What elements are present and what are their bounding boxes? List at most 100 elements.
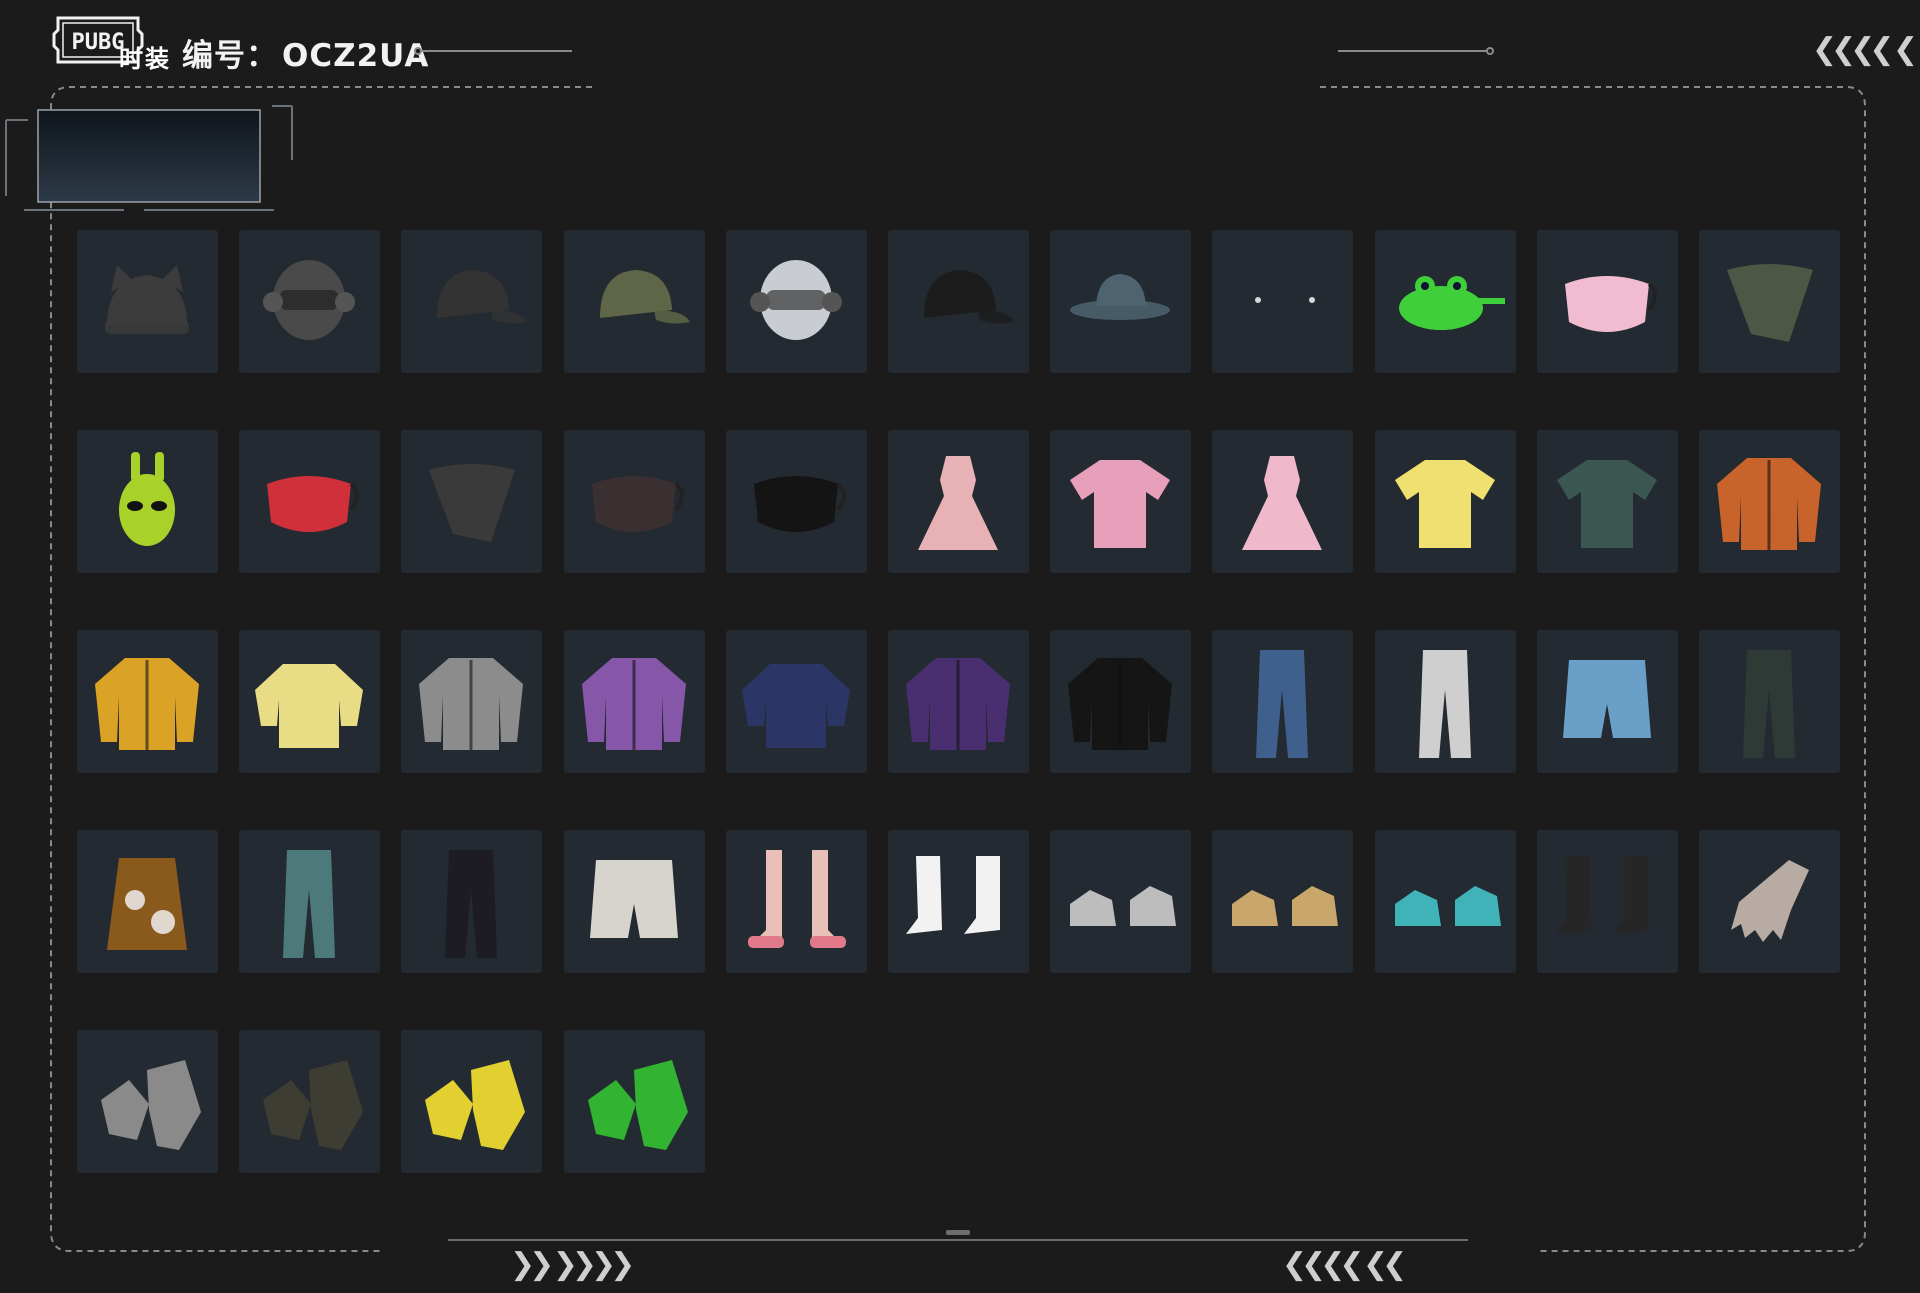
- item-tile-black-hoodie[interactable]: [1050, 630, 1192, 773]
- bottom-scroll-handle[interactable]: [946, 1230, 970, 1235]
- mask-icon: [1564, 276, 1657, 332]
- item-tile-headphones-dreadlocks-helmet[interactable]: [239, 230, 381, 373]
- item-tile-grey-orange-jacket[interactable]: [401, 630, 543, 773]
- item-tile-navy-sash-sweater[interactable]: [725, 630, 867, 773]
- item-tile-floral-shirt[interactable]: [1536, 430, 1678, 573]
- jacket-icon: [1068, 658, 1173, 750]
- item-tile-grey-scarf[interactable]: [401, 430, 543, 573]
- item-tile-black-purple-jacket[interactable]: [887, 630, 1029, 773]
- item-tile-black-fur-boots[interactable]: [1536, 830, 1678, 973]
- item-tile-tan-boots[interactable]: [1212, 830, 1354, 973]
- tab-frame: [5, 105, 293, 211]
- item-tile-orange-tech-jacket[interactable]: [1698, 430, 1840, 573]
- item-tile-tactical-pants[interactable]: [1698, 630, 1840, 773]
- mask-icon: [591, 476, 684, 532]
- header-line-dot-right: [1486, 47, 1494, 55]
- cap-icon: [599, 270, 690, 324]
- item-grid: [77, 230, 1841, 1173]
- item-tile-grey-wristbands[interactable]: [77, 1030, 218, 1173]
- item-tile-white-boots[interactable]: [887, 830, 1029, 973]
- item-tile-pink-camo-tee[interactable]: [1050, 430, 1192, 573]
- helmet-icon: [263, 260, 356, 340]
- item-tile-blue-jeans[interactable]: [1212, 630, 1354, 773]
- item-tile-black-logo-cap[interactable]: [887, 230, 1029, 373]
- pants-icon: [1256, 650, 1309, 758]
- bottom-divider: [448, 1239, 1468, 1241]
- jacket-icon: [905, 658, 1010, 750]
- item-tile-shark-teeth-mask[interactable]: [725, 430, 867, 573]
- bottom-left-chevrons: ❯❯ ❯❯❯❯: [510, 1247, 635, 1282]
- glove-icon: [263, 1060, 364, 1150]
- mask-icon: [267, 476, 360, 532]
- item-tile-teal-clogs[interactable]: [1374, 830, 1516, 973]
- header-line-left: [422, 50, 572, 52]
- item-tile-blue-bucket-hat[interactable]: [1050, 230, 1192, 373]
- item-tile-cyber-mask-helmet[interactable]: [725, 230, 867, 373]
- helmet-icon: [749, 260, 842, 340]
- item-tile-green-frog-mask[interactable]: [1374, 230, 1516, 373]
- sweater-icon: [255, 664, 364, 748]
- header-line-dot-left: [414, 47, 422, 55]
- item-tile-white-cargo-pants[interactable]: [1374, 630, 1516, 773]
- item-tile-tactical-face-mask[interactable]: [563, 430, 705, 573]
- bandana-icon: [1726, 264, 1813, 342]
- item-tile-yellow-hoodie[interactable]: [77, 630, 218, 773]
- page: PUBG 编号： OCZ2UA ❮❮❮❮ ❮ 时装 ❯❯ ❯❯❯❯ ❮❮❮❮ ❮…: [0, 0, 1920, 1293]
- pants-icon: [283, 850, 336, 958]
- item-tile-teal-shorts-leggings[interactable]: [239, 830, 381, 973]
- mask-icon: [753, 476, 846, 532]
- tab-fashion[interactable]: 时装: [34, 10, 256, 102]
- jacket-icon: [581, 658, 686, 750]
- item-tile-white-sneakers[interactable]: [1050, 830, 1192, 973]
- pants-icon: [445, 850, 498, 958]
- alien-icon: [119, 452, 175, 546]
- item-tile-olive-cap-headset[interactable]: [563, 230, 705, 373]
- item-tile-purple-colorblock-jacket[interactable]: [563, 630, 705, 773]
- item-tile-pink-face-mask[interactable]: [1536, 230, 1678, 373]
- shorts-icon: [589, 860, 678, 938]
- jacket-icon: [1716, 458, 1821, 550]
- item-tile-green-gloves[interactable]: [563, 1030, 705, 1173]
- item-tile-eye-dots[interactable]: [1212, 230, 1354, 373]
- item-tile-dark-tactical-gloves[interactable]: [239, 1030, 381, 1173]
- item-tile-camo-bandana[interactable]: [1698, 230, 1840, 373]
- item-tile-bare-hand[interactable]: [1698, 830, 1840, 973]
- shoes-icon: [1070, 886, 1177, 926]
- shoes-icon: [1394, 886, 1501, 926]
- boots-icon: [1554, 856, 1649, 934]
- dress-icon: [1242, 456, 1323, 550]
- item-tile-pink-qipao-dress[interactable]: [1212, 430, 1354, 573]
- item-tile-red-mouth-mask[interactable]: [239, 430, 381, 573]
- item-tile-black-cap[interactable]: [401, 230, 543, 373]
- dots-icon: [1255, 297, 1316, 303]
- item-tile-pink-strap-shoes[interactable]: [725, 830, 867, 973]
- item-tile-green-alien-mask[interactable]: [77, 430, 218, 573]
- item-tile-cow-print-skirt[interactable]: [77, 830, 218, 973]
- dress-icon: [917, 456, 998, 550]
- skirt-icon: [107, 858, 187, 950]
- shirt-icon: [1556, 460, 1657, 548]
- item-tile-white-shorts[interactable]: [563, 830, 705, 973]
- beanie-icon: [105, 265, 189, 334]
- item-tile-pink-ruffle-dress[interactable]: [887, 430, 1029, 573]
- item-code-value: OCZ2UA: [282, 38, 430, 74]
- jacket-icon: [95, 658, 199, 750]
- item-tile-grey-cat-ear-beanie[interactable]: [77, 230, 218, 373]
- boots-icon: [905, 856, 1000, 934]
- item-tile-black-track-pants[interactable]: [401, 830, 543, 973]
- glove-icon: [425, 1060, 526, 1150]
- sweater-icon: [741, 664, 850, 748]
- item-tile-yellow-raglan-tee[interactable]: [1374, 430, 1516, 573]
- pants-icon: [1418, 650, 1471, 758]
- pants-icon: [1742, 650, 1795, 758]
- item-tile-denim-shorts[interactable]: [1536, 630, 1678, 773]
- jacket-icon: [419, 658, 524, 750]
- cap-icon: [437, 270, 528, 324]
- cap-icon: [923, 270, 1014, 324]
- glove-icon: [101, 1060, 201, 1150]
- item-tile-yellow-cyber-gloves[interactable]: [401, 1030, 543, 1173]
- item-tile-cream-fluffy-sweater[interactable]: [239, 630, 381, 773]
- header-line-right: [1338, 50, 1488, 52]
- glove-icon: [587, 1060, 688, 1150]
- legs-icon: [747, 850, 846, 948]
